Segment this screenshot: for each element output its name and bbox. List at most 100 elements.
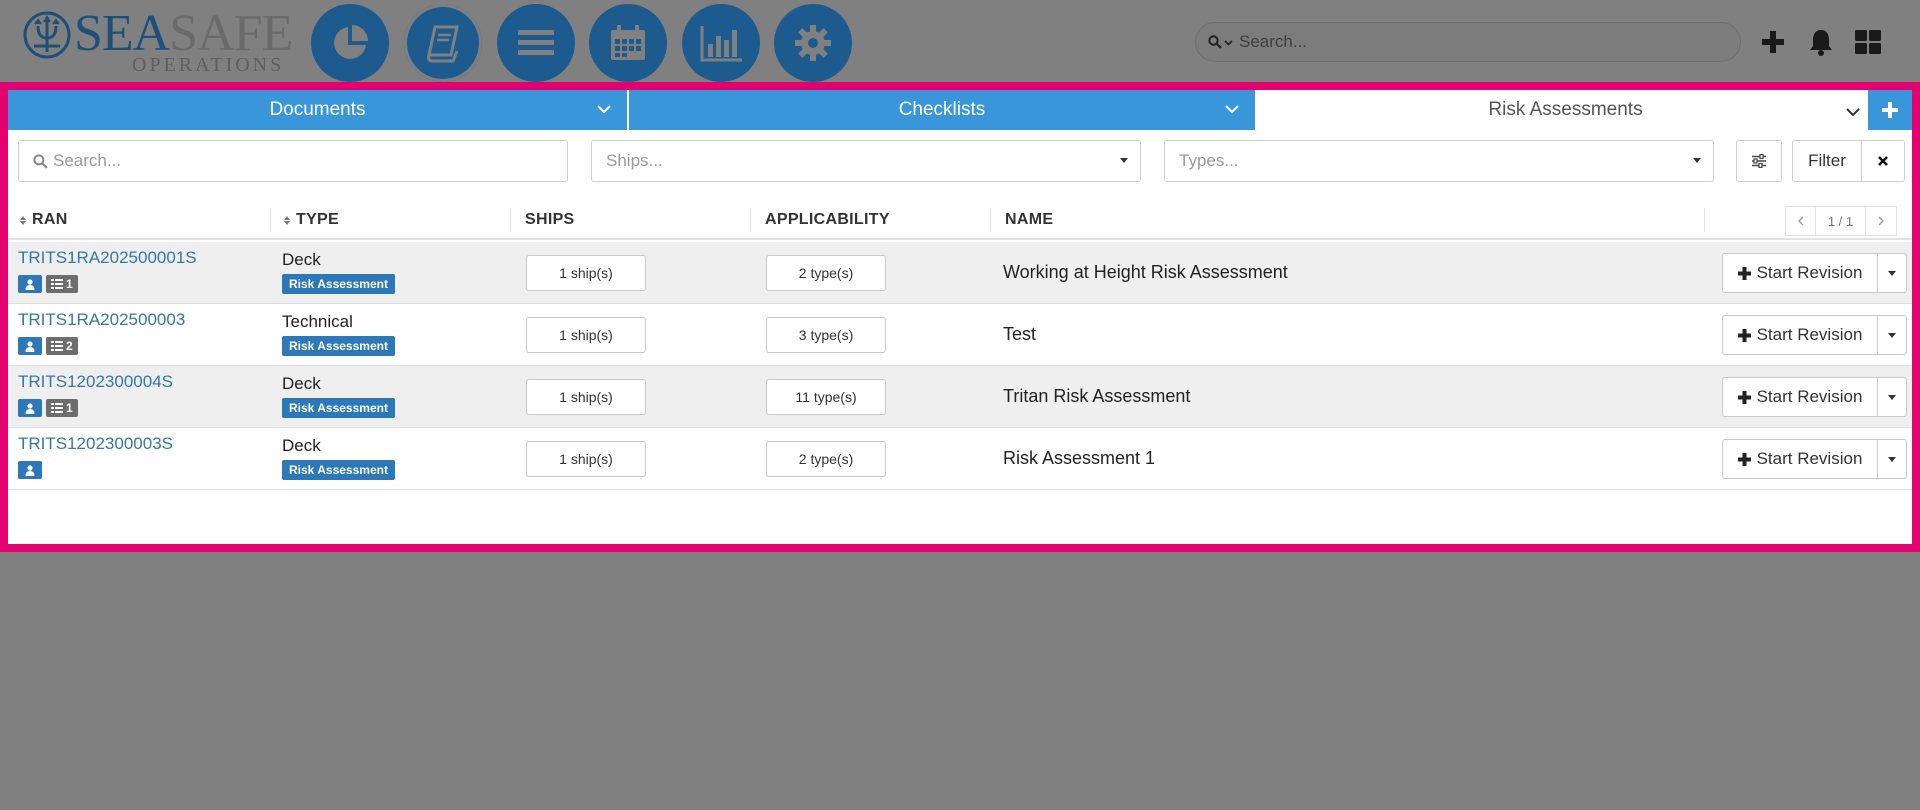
- start-revision-button[interactable]: Start Revision: [1722, 377, 1878, 417]
- tab-checklists[interactable]: Checklists: [629, 90, 1255, 130]
- plus-icon: [1737, 328, 1751, 342]
- column-label: NAME: [1005, 211, 1054, 228]
- revision-dropdown-button[interactable]: [1877, 315, 1907, 355]
- column-header-type[interactable]: TYPE: [284, 200, 339, 240]
- tab-documents[interactable]: Documents: [8, 90, 627, 130]
- column-header-name: NAME: [1005, 200, 1053, 240]
- filter-bar: Ships... Types... Filter: [8, 140, 1912, 184]
- nav-reports-button[interactable]: [682, 4, 760, 82]
- ran-link[interactable]: TRITS1RA202500003: [18, 310, 185, 330]
- notifications-button[interactable]: [1805, 26, 1837, 58]
- column-header-ships: SHIPS: [525, 200, 575, 240]
- table-search-box[interactable]: [18, 140, 568, 182]
- type-badge: Risk Assessment: [282, 274, 395, 294]
- nav-documents-button[interactable]: [404, 4, 482, 82]
- ran-link[interactable]: TRITS1RA202500001S: [18, 248, 197, 268]
- global-search-box[interactable]: [1195, 22, 1741, 62]
- caret-down-icon: [1888, 270, 1896, 276]
- start-revision-button[interactable]: Start Revision: [1722, 439, 1878, 479]
- plus-icon: [1737, 452, 1751, 466]
- assessment-name: Tritan Risk Assessment: [1003, 386, 1191, 406]
- ships-button[interactable]: 1 ship(s): [526, 441, 646, 477]
- column-label: RAN: [32, 211, 68, 228]
- search-icon: [33, 153, 48, 169]
- menu-bars-icon: [518, 30, 554, 55]
- nav-calendar-button[interactable]: [589, 4, 667, 82]
- applicability-button[interactable]: 2 type(s): [766, 441, 886, 477]
- applicability-button[interactable]: 11 type(s): [766, 379, 886, 415]
- start-revision-label: Start Revision: [1756, 387, 1863, 406]
- start-revision-button[interactable]: Start Revision: [1722, 315, 1878, 355]
- add-tab-button[interactable]: [1868, 90, 1912, 130]
- nav-dashboard-button[interactable]: [311, 4, 389, 82]
- applicability-button[interactable]: 3 type(s): [766, 317, 886, 353]
- table-row: TRITS1202300004S 1 Deck Risk Assessment …: [8, 366, 1912, 428]
- owner-badge[interactable]: [18, 399, 42, 417]
- caret-down-icon: [1888, 456, 1896, 462]
- ships-button[interactable]: 1 ship(s): [526, 379, 646, 415]
- column-label: TYPE: [296, 211, 339, 228]
- nav-list-button[interactable]: [497, 4, 575, 82]
- type-badge: Risk Assessment: [282, 398, 395, 418]
- plus-icon: [1882, 102, 1898, 118]
- clear-filter-button[interactable]: [1861, 140, 1905, 182]
- list-count-badge[interactable]: 1: [46, 275, 78, 293]
- trident-logo-icon: [23, 11, 71, 59]
- owner-badge[interactable]: [18, 275, 42, 293]
- user-icon: [25, 278, 35, 290]
- ships-select-placeholder: Ships...: [606, 151, 663, 170]
- apps-button[interactable]: [1852, 26, 1884, 58]
- table-row: TRITS1202300003S Deck Risk Assessment 1 …: [8, 428, 1912, 490]
- column-header-applicability: APPLICABILITY: [765, 200, 890, 240]
- table-row: TRITS1RA202500001S 1 Deck Risk Assessmen…: [8, 242, 1912, 304]
- owner-badge[interactable]: [18, 337, 42, 355]
- chevron-down-icon: [1846, 108, 1860, 117]
- revision-dropdown-button[interactable]: [1877, 439, 1907, 479]
- table-header: RAN TYPE SHIPS APPLICABILITY NAME 1 / 1: [8, 200, 1912, 240]
- row-badges: [18, 461, 42, 479]
- table-search-input[interactable]: [53, 151, 534, 171]
- bar-chart-icon: [700, 26, 742, 62]
- ships-select[interactable]: Ships...: [591, 140, 1141, 182]
- seasafe-logo[interactable]: SEASAFE OPERATIONS: [22, 6, 293, 76]
- applicability-button[interactable]: 2 type(s): [766, 255, 886, 291]
- revision-dropdown-button[interactable]: [1877, 253, 1907, 293]
- start-revision-label: Start Revision: [1756, 325, 1863, 344]
- ran-link[interactable]: TRITS1202300004S: [18, 372, 173, 392]
- list-count: 2: [66, 339, 73, 353]
- module-tabs: Documents Checklists Risk Assessments: [8, 90, 1912, 130]
- caret-down-icon: [1888, 394, 1896, 400]
- chevron-right-icon: [1878, 216, 1884, 226]
- types-select[interactable]: Types...: [1164, 140, 1714, 182]
- sort-icon: [20, 215, 26, 225]
- global-search-input[interactable]: [1239, 32, 1719, 52]
- ran-link[interactable]: TRITS1202300003S: [18, 434, 173, 454]
- column-label: SHIPS: [525, 211, 575, 228]
- list-count-badge[interactable]: 1: [46, 399, 78, 417]
- table-row: TRITS1RA202500003 2 Technical Risk Asses…: [8, 304, 1912, 366]
- chevron-down-icon[interactable]: [1224, 38, 1233, 47]
- nav-settings-button[interactable]: [774, 4, 852, 82]
- type-text: Deck: [282, 374, 321, 393]
- ships-button[interactable]: 1 ship(s): [526, 255, 646, 291]
- next-page-button[interactable]: [1866, 207, 1896, 235]
- revision-dropdown-button[interactable]: [1877, 377, 1907, 417]
- plus-icon: [1762, 31, 1784, 53]
- add-button[interactable]: [1757, 26, 1789, 58]
- tab-label: Documents: [269, 99, 366, 120]
- filter-settings-button[interactable]: [1736, 140, 1782, 182]
- ships-button[interactable]: 1 ship(s): [526, 317, 646, 353]
- filter-button[interactable]: Filter: [1792, 140, 1862, 182]
- sliders-icon: [1752, 154, 1766, 168]
- column-label: APPLICABILITY: [765, 211, 890, 228]
- calendar-icon: [611, 25, 645, 60]
- column-header-ran[interactable]: RAN: [20, 200, 68, 240]
- prev-page-button[interactable]: [1786, 207, 1816, 235]
- owner-badge[interactable]: [18, 461, 42, 479]
- tab-risk-assessments[interactable]: Risk Assessments: [1255, 90, 1876, 130]
- list-count-badge[interactable]: 2: [46, 337, 78, 355]
- pie-chart-icon: [334, 25, 368, 59]
- page-indicator: 1 / 1: [1816, 207, 1866, 235]
- start-revision-button[interactable]: Start Revision: [1722, 253, 1878, 293]
- sort-icon: [284, 215, 290, 225]
